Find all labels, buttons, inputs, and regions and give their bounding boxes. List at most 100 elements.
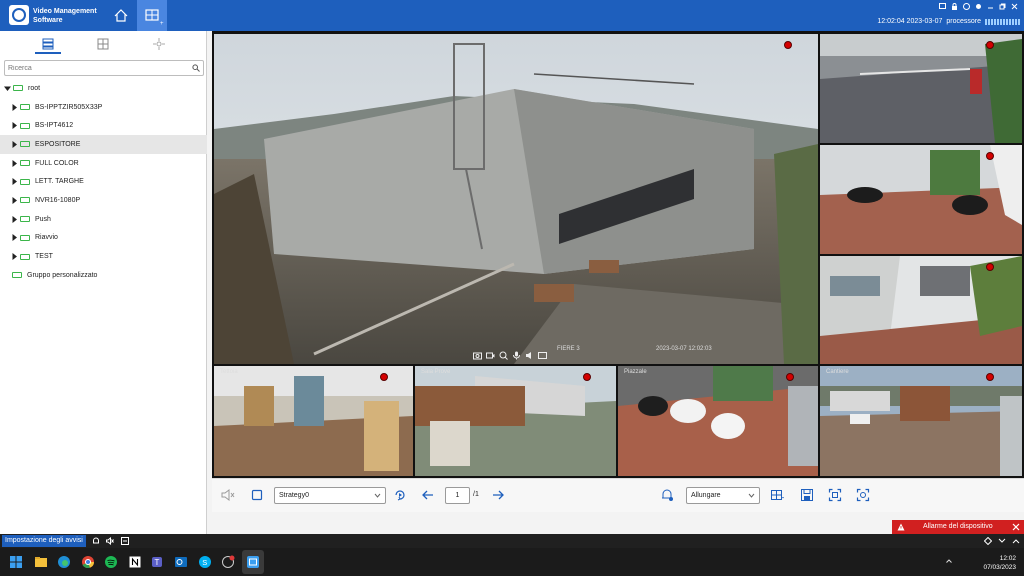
zoom-icon[interactable]	[499, 351, 508, 360]
ptz-icon	[153, 38, 165, 50]
alert-settings-button[interactable]: Impostazione degli avvisi	[2, 535, 86, 547]
teams-icon[interactable]: T	[151, 555, 165, 569]
lock-icon[interactable]	[951, 3, 958, 10]
caret-right-icon[interactable]	[11, 122, 18, 130]
help-icon[interactable]	[963, 3, 970, 10]
file-explorer-icon[interactable]	[34, 555, 48, 569]
windows-start-icon[interactable]	[9, 555, 23, 569]
expand-down-icon[interactable]	[998, 537, 1006, 545]
minimize-icon[interactable]	[987, 3, 994, 10]
live-view-tab[interactable]: +	[137, 0, 167, 31]
tree-root[interactable]: root	[0, 79, 207, 98]
caret-right-icon[interactable]	[11, 253, 18, 261]
video-tile-main[interactable]: FIERE 3 2023-03-07 12:02:03	[214, 34, 818, 364]
next-page-icon[interactable]	[491, 488, 505, 502]
caret-right-icon[interactable]	[11, 196, 18, 204]
panel-tabs	[0, 31, 207, 55]
caret-right-icon[interactable]	[11, 234, 18, 242]
caret-right-icon[interactable]	[11, 103, 18, 111]
vms-taskbar-icon[interactable]	[246, 555, 260, 569]
tile-osd-7: Piazzale	[624, 369, 647, 375]
snapshot-icon[interactable]	[473, 351, 482, 360]
view-tab[interactable]	[97, 38, 109, 50]
video-tile-3[interactable]	[820, 145, 1022, 254]
fullscreen-icon[interactable]	[828, 488, 842, 502]
search-box	[4, 60, 204, 76]
clear-alarms-icon[interactable]	[121, 537, 129, 545]
edge-icon[interactable]	[57, 555, 71, 569]
previous-page-icon[interactable]	[421, 488, 435, 502]
video-tile-6[interactable]: Sala Prove	[415, 366, 616, 476]
alarm-bell-icon[interactable]	[660, 488, 674, 502]
tree-item[interactable]: NVR16-1080P	[0, 191, 207, 210]
video-tile-8[interactable]: Cantiere	[820, 366, 1022, 476]
status-time: 12:02:04 2023-03-07	[877, 18, 943, 25]
stretch-mode-select[interactable]: Allungare	[686, 487, 760, 504]
strategy-select[interactable]: Strategy0	[274, 487, 386, 504]
tray-overflow-icon[interactable]	[946, 558, 952, 564]
bell-icon[interactable]	[92, 537, 100, 545]
tree-item[interactable]: Push	[0, 210, 207, 229]
pin-icon[interactable]	[983, 536, 993, 546]
tree-item[interactable]: FULL COLOR	[0, 154, 207, 173]
caret-right-icon[interactable]	[11, 159, 18, 167]
caret-right-icon[interactable]	[11, 140, 18, 148]
stream-icon[interactable]	[538, 351, 547, 360]
outlook-icon[interactable]	[174, 555, 188, 569]
group-icon	[13, 85, 23, 92]
caret-right-icon[interactable]	[11, 215, 18, 223]
ptz-tab[interactable]	[153, 38, 165, 50]
stop-all-icon[interactable]	[250, 488, 264, 502]
recording-indicator	[784, 41, 792, 49]
video-tile-4[interactable]	[820, 256, 1022, 364]
taskbar-clock[interactable]: 12:02 07/03/2023	[983, 554, 1016, 572]
sound-off-icon[interactable]	[106, 537, 114, 545]
tree-item[interactable]: TEST	[0, 247, 207, 266]
recording-indicator	[380, 373, 388, 381]
spotify-icon[interactable]	[104, 555, 118, 569]
tree-custom-group[interactable]: Gruppo personalizzato	[0, 266, 207, 285]
video-tile-5[interactable]: Tettoia	[214, 366, 413, 476]
device-list-tab[interactable]	[42, 38, 54, 50]
layout-grid-icon[interactable]	[770, 488, 784, 502]
video-tile-7[interactable]: Piazzale	[618, 366, 818, 476]
close-icon[interactable]	[1012, 523, 1020, 531]
cycle-icon[interactable]	[393, 488, 407, 502]
svg-text:+: +	[160, 21, 164, 27]
caret-right-icon[interactable]	[11, 178, 18, 186]
chrome-icon[interactable]	[81, 555, 95, 569]
video-tile-2[interactable]	[820, 34, 1022, 143]
tree-item[interactable]: BS-IPT4612	[0, 116, 207, 135]
expand-up-icon[interactable]	[1012, 537, 1020, 545]
tile-osd-6: Sala Prove	[421, 369, 451, 375]
record-icon[interactable]	[486, 351, 495, 360]
tree-item[interactable]: LETT. TARGHE	[0, 172, 207, 191]
tree-custom-group-label: Gruppo personalizzato	[27, 271, 98, 279]
close-icon[interactable]	[1011, 3, 1018, 10]
device-alarm-bar[interactable]: Allarme del dispositivo	[892, 520, 1024, 534]
vms-window: Video Management Software + 12:02:04 202…	[0, 0, 1024, 576]
search-icon[interactable]	[192, 64, 200, 72]
settings-icon[interactable]	[975, 3, 982, 10]
app-status-bar: Impostazione degli avvisi	[0, 534, 1024, 548]
home-icon	[114, 9, 128, 22]
caret-down-icon[interactable]	[4, 85, 11, 92]
page-number-input[interactable]: 1	[445, 487, 470, 504]
tree-item[interactable]: ESPOSITORE	[0, 135, 207, 154]
recording-indicator	[786, 373, 794, 381]
app-title-line2: Software	[33, 17, 63, 24]
microphone-icon[interactable]	[512, 351, 521, 360]
restore-icon[interactable]	[999, 3, 1006, 10]
audio-icon[interactable]	[525, 351, 534, 360]
app-clock-icon[interactable]	[221, 555, 235, 569]
home-button[interactable]	[106, 0, 136, 31]
save-view-icon[interactable]	[800, 488, 814, 502]
tree-item[interactable]: Riavvio	[0, 229, 207, 248]
tree-item[interactable]: BS-IPPTZIR505X33P	[0, 98, 207, 117]
search-input[interactable]	[5, 61, 191, 75]
capture-all-icon[interactable]	[856, 488, 870, 502]
screen-icon[interactable]	[939, 3, 946, 10]
mute-icon[interactable]	[221, 488, 235, 502]
notion-icon[interactable]	[128, 555, 142, 569]
skype-icon[interactable]: S	[198, 555, 212, 569]
